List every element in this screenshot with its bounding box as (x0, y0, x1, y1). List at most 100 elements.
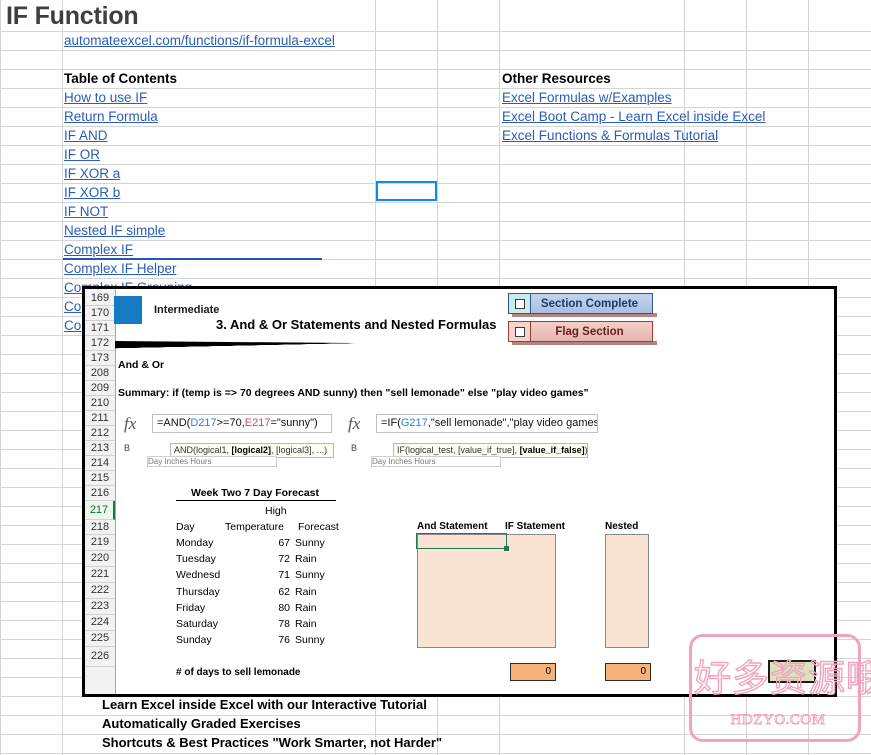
tooltip-if-part2: ) (584, 445, 588, 455)
forecast-temperature: 62 (278, 586, 290, 598)
toc-item-complex-if[interactable]: Complex IF (64, 240, 133, 259)
toc-item-if-or[interactable]: IF OR (64, 145, 100, 164)
intermediate-level-icon (114, 296, 142, 324)
row-header-221[interactable]: 221 (85, 567, 115, 583)
forecast-day: Wednesd (176, 569, 221, 581)
row-header-211[interactable]: 211 (85, 411, 115, 426)
forecast-footer-label: # of days to sell lemonade (176, 667, 301, 678)
forecast-condition: Rain (295, 618, 317, 630)
row-header-173[interactable]: 173 (85, 351, 115, 366)
toc-item-how-to-use-if[interactable]: How to use IF (64, 88, 147, 107)
row-header-171[interactable]: 171 (85, 321, 115, 336)
grid-row-line (0, 126, 871, 127)
row-header-226[interactable]: 226 (85, 647, 115, 667)
row-header-210[interactable]: 210 (85, 396, 115, 411)
spreadsheet-screenshot: IF Function automateexcel.com/functions/… (0, 0, 871, 755)
checkbox-icon[interactable] (514, 326, 525, 337)
toc-item-partial-a[interactable]: Co (64, 297, 81, 316)
forecast-condition: Sunny (295, 537, 325, 549)
row-header-224[interactable]: 224 (85, 615, 115, 631)
row-header-217[interactable]: 217 (85, 501, 115, 520)
grid-column-line (62, 0, 63, 755)
answer-range-and-if[interactable] (417, 534, 556, 648)
forecast-temperature: 80 (278, 602, 290, 614)
forecast-condition: Rain (295, 602, 317, 614)
row-header-213[interactable]: 213 (85, 441, 115, 456)
toc-item-nested-if-simple[interactable]: Nested IF simple (64, 221, 165, 240)
row-header-219[interactable]: 219 (85, 535, 115, 551)
checkbox-icon[interactable] (514, 298, 525, 309)
formula-if-suffix: ,"sell lemonade","play video games") (427, 417, 598, 429)
formula-bar-and[interactable]: =AND(D217>=70,E217="sunny") (152, 414, 332, 433)
grid-column-line (0, 0, 1, 755)
row-header-218[interactable]: 218 (85, 520, 115, 535)
forecast-day: Sunday (176, 634, 212, 646)
resource-link-functions-tutorial[interactable]: Excel Functions & Formulas Tutorial (502, 126, 718, 145)
flag-section-checkbox-wrap[interactable] (509, 322, 531, 341)
tooltip-and-bold: [logical2] (231, 445, 272, 455)
row-header-170[interactable]: 170 (85, 306, 115, 321)
answer-range-nested[interactable] (605, 534, 649, 648)
row-header-169[interactable]: 169 (85, 291, 115, 306)
cell-link-automateexcel-url[interactable]: automateexcel.com/functions/if-formula-e… (64, 31, 335, 50)
row-header-220[interactable]: 220 (85, 551, 115, 567)
row-header-209[interactable]: 209 (85, 381, 115, 396)
toc-item-if-not[interactable]: IF NOT (64, 202, 108, 221)
forecast-title-underline (176, 500, 336, 501)
name-box-right: B (351, 443, 358, 453)
promo-line-2: Automatically Graded Exercises (102, 716, 301, 731)
active-cell-selection-and[interactable] (416, 533, 507, 549)
resources-heading: Other Resources (502, 71, 611, 86)
row-header-215[interactable]: 215 (85, 471, 115, 486)
col-header-nested: Nested (605, 521, 639, 532)
row-header-212[interactable]: 212 (85, 426, 115, 441)
row-header-222[interactable]: 222 (85, 583, 115, 599)
row-header-216[interactable]: 216 (85, 486, 115, 501)
toc-item-partial-b[interactable]: Co (64, 316, 81, 335)
forecast-col-forecast: Forecast (298, 521, 339, 533)
toc-heading: Table of Contents (64, 71, 177, 86)
toc-item-complex-if-helper[interactable]: Complex IF Helper (64, 259, 177, 278)
forecast-temperature: 67 (278, 537, 290, 549)
watermark-domain-text: HDZYO.COM (730, 712, 826, 729)
row-header-223[interactable]: 223 (85, 599, 115, 615)
forecast-condition: Rain (295, 553, 317, 565)
tooltip-if-bold: [value_if_false] (519, 445, 585, 455)
toc-item-if-xor-b[interactable]: IF XOR b (64, 183, 120, 202)
forecast-temperature: 76 (278, 634, 290, 646)
section-complete-button[interactable]: Section Complete (508, 293, 653, 314)
function-fx-icon-right: fx (348, 414, 361, 433)
resource-link-excel-boot-camp[interactable]: Excel Boot Camp - Learn Excel inside Exc… (502, 107, 765, 126)
forecast-table-title: Week Two 7 Day Forecast (191, 487, 319, 499)
selected-cell-indicator[interactable] (376, 181, 437, 201)
section-complete-checkbox-wrap[interactable] (509, 294, 531, 313)
promo-line-1: Learn Excel inside Excel with our Intera… (102, 697, 427, 712)
function-fx-icon-left: fx (124, 414, 137, 433)
toc-item-return-formula[interactable]: Return Formula (64, 107, 158, 126)
watermark-chinese-text: 好多资源哦 (693, 658, 871, 700)
col-header-if-statement: IF Statement (505, 521, 566, 532)
intermediate-level-label: Intermediate (154, 304, 220, 316)
formula-and-prefix: =AND( (157, 417, 191, 429)
row-header-208[interactable]: 208 (85, 366, 115, 381)
forecast-day: Monday (176, 537, 214, 549)
promo-line-3: Shortcuts & Best Practices "Work Smarter… (102, 735, 443, 750)
total-if-statement: 0 (510, 663, 556, 681)
toc-item-if-and[interactable]: IF AND (64, 126, 108, 145)
exercise-summary-text: Summary: if (temp is => 70 degrees AND s… (118, 387, 589, 399)
row-header-214[interactable]: 214 (85, 456, 115, 471)
name-box-left: B (124, 443, 131, 453)
fill-handle-icon[interactable] (504, 546, 509, 551)
resource-link-excel-formulas-examples[interactable]: Excel Formulas w/Examples (502, 88, 672, 107)
forecast-day: Saturday (176, 618, 219, 630)
toc-item-if-xor-a[interactable]: IF XOR a (64, 164, 120, 183)
row-header-225[interactable]: 225 (85, 631, 115, 647)
formula-bar-if[interactable]: =IF(G217,"sell lemonade","play video gam… (376, 414, 598, 433)
flag-section-button[interactable]: Flag Section (508, 321, 653, 342)
total-nested: 0 (605, 663, 651, 681)
forecast-condition: Sunny (295, 569, 325, 581)
grid-row-line (0, 753, 871, 754)
row-header-172[interactable]: 172 (85, 336, 115, 351)
tooltip-and-part1: AND(logical1, (174, 445, 232, 455)
forecast-temperature: 72 (278, 553, 290, 565)
